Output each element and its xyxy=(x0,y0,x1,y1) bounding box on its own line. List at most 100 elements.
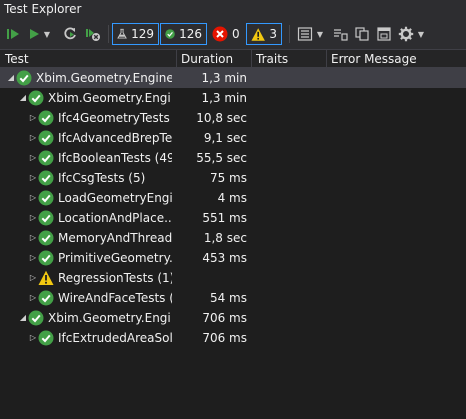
expand-arrow-icon[interactable]: ▷ xyxy=(28,148,38,168)
run-button[interactable] xyxy=(26,19,42,49)
warning-count: 3 xyxy=(269,27,277,41)
collapse-arrow-icon[interactable]: ◢ xyxy=(6,68,16,88)
test-duration: 54 ms xyxy=(209,291,247,305)
failed-icon xyxy=(212,26,228,42)
test-class-row[interactable]: ▷ IfcBooleanTests (49) 55,5 sec xyxy=(0,148,466,168)
expand-arrow-icon[interactable]: ▷ xyxy=(28,108,38,128)
expand-arrow-icon[interactable]: ▷ xyxy=(28,208,38,228)
passed-icon xyxy=(38,230,54,246)
test-class-row[interactable]: ▷ Ifc4GeometryTests (... 10,8 sec xyxy=(0,108,466,128)
failed-tests-filter[interactable]: 0 xyxy=(208,23,244,45)
test-class-row[interactable]: ▷ WireAndFaceTests (... 54 ms xyxy=(0,288,466,308)
test-group-row[interactable]: ◢ Xbim.Geometry.Engine... 1,3 min xyxy=(0,68,466,88)
test-class-row[interactable]: ▷ IfcCsgTests (5) 75 ms xyxy=(0,168,466,188)
passed-icon xyxy=(16,70,32,86)
passed-icon xyxy=(38,290,54,306)
column-header: Test Duration Traits Error Message xyxy=(0,49,466,68)
test-name: PrimitiveGeometry... xyxy=(58,251,172,265)
expand-arrow-icon[interactable]: ▷ xyxy=(28,188,38,208)
details-button[interactable] xyxy=(374,19,394,49)
passed-icon xyxy=(38,170,54,186)
column-error-message[interactable]: Error Message xyxy=(326,50,466,68)
passed-icon xyxy=(38,110,54,126)
expand-arrow-icon[interactable]: ▷ xyxy=(28,128,38,148)
passed-icon xyxy=(38,210,54,226)
test-name: MemoryAndThread... xyxy=(58,231,172,245)
test-name: LocationAndPlace... . xyxy=(58,211,172,225)
expand-arrow-icon[interactable]: ▷ xyxy=(28,168,38,188)
test-class-row[interactable]: ▷ RegressionTests (1) xyxy=(0,268,466,288)
column-traits[interactable]: Traits xyxy=(251,50,326,68)
expand-arrow-icon[interactable]: ▷ xyxy=(28,328,38,348)
run-all-button[interactable] xyxy=(4,19,24,49)
test-name: WireAndFaceTests (... xyxy=(58,291,172,305)
passed-count: 126 xyxy=(179,27,202,41)
run-dropdown[interactable]: ▼ xyxy=(42,19,52,49)
refresh-button[interactable] xyxy=(60,19,80,49)
warning-tests-filter[interactable]: 3 xyxy=(246,23,282,45)
play-icon xyxy=(30,29,39,39)
settings-dropdown[interactable]: ▼ xyxy=(416,19,426,49)
playlist-button[interactable] xyxy=(330,19,350,49)
settings-button[interactable] xyxy=(396,19,416,49)
toolbar-separator xyxy=(108,25,109,43)
window-title: Test Explorer xyxy=(0,0,466,19)
passed-icon xyxy=(38,130,54,146)
test-name: Xbim.Geometry.Engi... xyxy=(48,91,172,105)
failed-count: 0 xyxy=(232,27,240,41)
passed-tests-filter[interactable]: 126 xyxy=(160,23,207,45)
test-name: IfcExtrudedAreaSoli... xyxy=(58,331,172,345)
column-test[interactable]: Test xyxy=(0,50,176,68)
gear-icon xyxy=(398,26,414,42)
warning-icon xyxy=(251,27,265,41)
test-duration: 75 ms xyxy=(209,171,247,185)
passed-icon xyxy=(38,150,54,166)
passed-icon xyxy=(28,310,44,326)
test-class-row[interactable]: ▷ IfcAdvancedBrepTe... 9,1 sec xyxy=(0,128,466,148)
flask-icon xyxy=(117,28,127,39)
test-duration: 1,3 min xyxy=(201,71,247,85)
test-class-row[interactable]: ▷ IfcExtrudedAreaSoli... 706 ms xyxy=(0,328,466,348)
passed-icon xyxy=(165,29,175,39)
test-name: Ifc4GeometryTests (... xyxy=(58,111,172,125)
test-duration: 1,8 sec xyxy=(203,231,247,245)
test-group-row[interactable]: ◢ Xbim.Geometry.Engi... 706 ms xyxy=(0,308,466,328)
test-name: IfcAdvancedBrepTe... xyxy=(58,131,172,145)
cancel-icon xyxy=(86,29,100,41)
test-duration: 706 ms xyxy=(202,331,247,345)
passed-icon xyxy=(38,250,54,266)
expand-arrow-icon[interactable]: ▷ xyxy=(28,268,38,288)
test-class-row[interactable]: ▷ PrimitiveGeometry... 453 ms xyxy=(0,248,466,268)
details-icon xyxy=(377,27,391,41)
collapse-arrow-icon[interactable]: ◢ xyxy=(18,88,28,108)
group-by-dropdown[interactable]: ▼ xyxy=(315,19,325,49)
test-duration: 1,3 min xyxy=(201,91,247,105)
test-duration: 706 ms xyxy=(202,311,247,325)
test-name: IfcCsgTests (5) xyxy=(58,171,146,185)
test-class-row[interactable]: ▷ MemoryAndThread... 1,8 sec xyxy=(0,228,466,248)
test-duration: 9,1 sec xyxy=(203,131,247,145)
expand-arrow-icon[interactable]: ▷ xyxy=(28,228,38,248)
run-all-icon xyxy=(7,29,19,39)
test-duration: 453 ms xyxy=(202,251,247,265)
copy-button[interactable] xyxy=(352,19,372,49)
group-by-icon xyxy=(297,27,313,41)
column-duration[interactable]: Duration xyxy=(176,50,251,68)
cancel-button[interactable] xyxy=(83,19,103,49)
test-name: RegressionTests (1) xyxy=(58,271,172,285)
expand-arrow-icon[interactable]: ▷ xyxy=(28,248,38,268)
chevron-down-icon: ▼ xyxy=(316,29,324,39)
test-name: LoadGeometryEngi... xyxy=(58,191,172,205)
test-class-row[interactable]: ▷ LocationAndPlace... . 551 ms xyxy=(0,208,466,228)
test-group-row[interactable]: ◢ Xbim.Geometry.Engi... 1,3 min xyxy=(0,88,466,108)
toolbar: ▼ 129 126 0 3 ▼ ▼ xyxy=(0,19,466,49)
test-duration: 4 ms xyxy=(217,191,247,205)
collapse-arrow-icon[interactable]: ◢ xyxy=(18,308,28,328)
playlist-icon xyxy=(334,29,348,41)
passed-icon xyxy=(38,330,54,346)
total-tests-filter[interactable]: 129 xyxy=(112,23,159,45)
group-by-button[interactable] xyxy=(295,19,315,49)
test-class-row[interactable]: ▷ LoadGeometryEngi... 4 ms xyxy=(0,188,466,208)
test-name: Xbim.Geometry.Engi... xyxy=(48,311,172,325)
expand-arrow-icon[interactable]: ▷ xyxy=(28,288,38,308)
